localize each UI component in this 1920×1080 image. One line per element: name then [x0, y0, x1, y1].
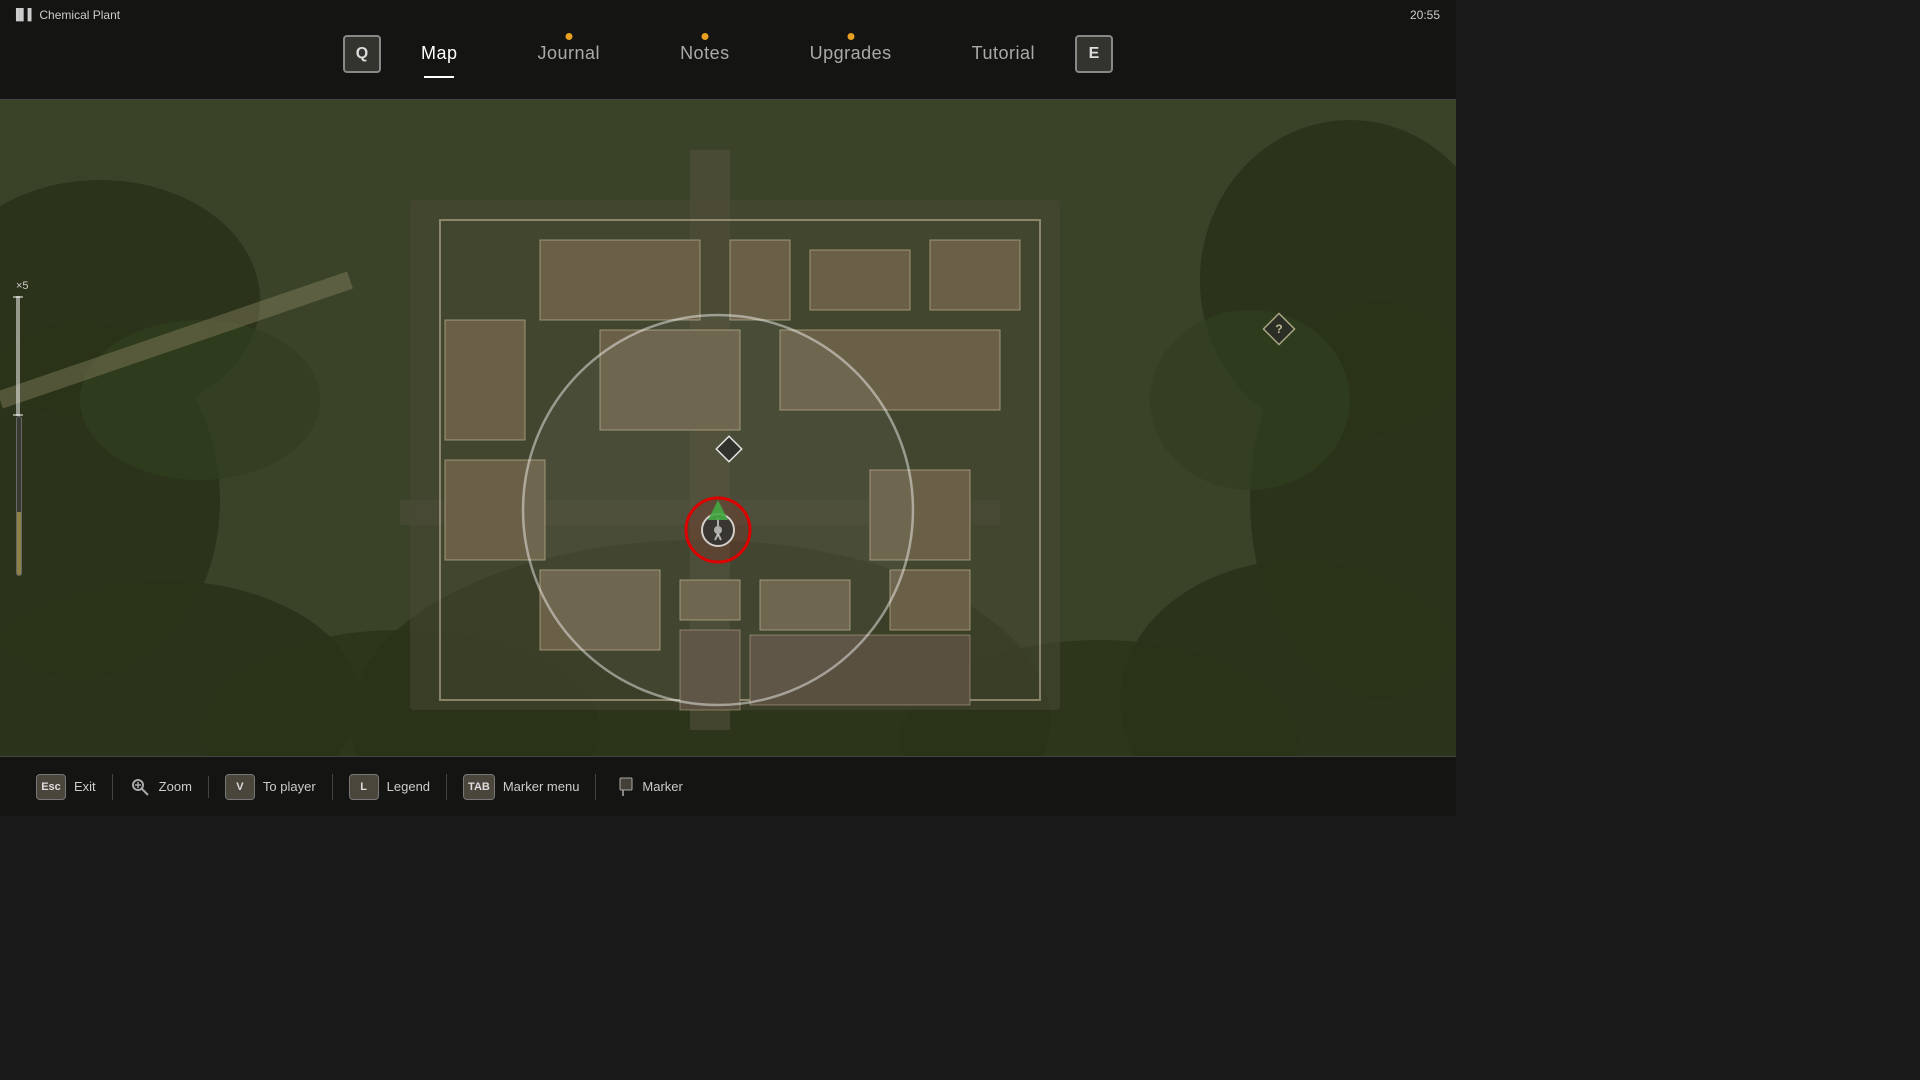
- journal-dot: [565, 33, 572, 40]
- svg-text:?: ?: [1275, 322, 1282, 336]
- marker-label: Marker: [642, 779, 682, 794]
- next-key-button[interactable]: E: [1075, 35, 1113, 73]
- zoom-action[interactable]: Zoom: [113, 776, 209, 798]
- esc-key[interactable]: Esc: [36, 774, 66, 800]
- time-display: 20:55: [1410, 8, 1440, 22]
- tab-notes[interactable]: Notes: [640, 35, 770, 72]
- location-name: Chemical Plant: [39, 8, 120, 22]
- v-key[interactable]: V: [225, 774, 255, 800]
- legend-action[interactable]: L Legend: [333, 774, 447, 800]
- top-bar: ▐▌▌ Chemical Plant 20:55 Q Map Journal N…: [0, 0, 1456, 100]
- tab-upgrades[interactable]: Upgrades: [770, 35, 932, 72]
- exit-action[interactable]: Esc Exit: [20, 774, 113, 800]
- location-label: ▐▌▌ Chemical Plant: [12, 8, 120, 22]
- l-key[interactable]: L: [349, 774, 379, 800]
- zoom-icon: [129, 776, 151, 798]
- stalk-fill: [17, 512, 21, 575]
- marker-action[interactable]: Marker: [596, 776, 698, 798]
- upgrades-dot: [847, 33, 854, 40]
- stalk-bar: [16, 416, 22, 576]
- tab-map[interactable]: Map: [381, 35, 498, 72]
- nav-tabs: Q Map Journal Notes Upgrades Tutorial E: [0, 27, 1456, 73]
- scale-line: [16, 296, 20, 416]
- tab-journal[interactable]: Journal: [498, 35, 641, 72]
- to-player-label: To player: [263, 779, 316, 794]
- prev-key-button[interactable]: Q: [343, 35, 381, 73]
- marker-menu-label: Marker menu: [503, 779, 580, 794]
- zoom-label: Zoom: [159, 779, 192, 794]
- marker-icon: [612, 776, 634, 798]
- signal-icon: ▐▌▌: [12, 9, 35, 21]
- to-player-action[interactable]: V To player: [209, 774, 333, 800]
- marker-menu-action[interactable]: TAB Marker menu: [447, 774, 596, 800]
- scale-bar: ×5: [16, 280, 29, 576]
- notes-dot: [701, 33, 708, 40]
- legend-label: Legend: [387, 779, 430, 794]
- map-area[interactable]: ? ✈ ×5: [0, 100, 1456, 756]
- exit-label: Exit: [74, 779, 96, 794]
- tab-tutorial[interactable]: Tutorial: [932, 35, 1075, 72]
- map-background: ? ✈: [0, 100, 1456, 756]
- bottom-bar: Esc Exit Zoom V To player L Legend TAB M…: [0, 756, 1456, 816]
- tab-key[interactable]: TAB: [463, 774, 495, 800]
- scale-label: ×5: [16, 280, 29, 292]
